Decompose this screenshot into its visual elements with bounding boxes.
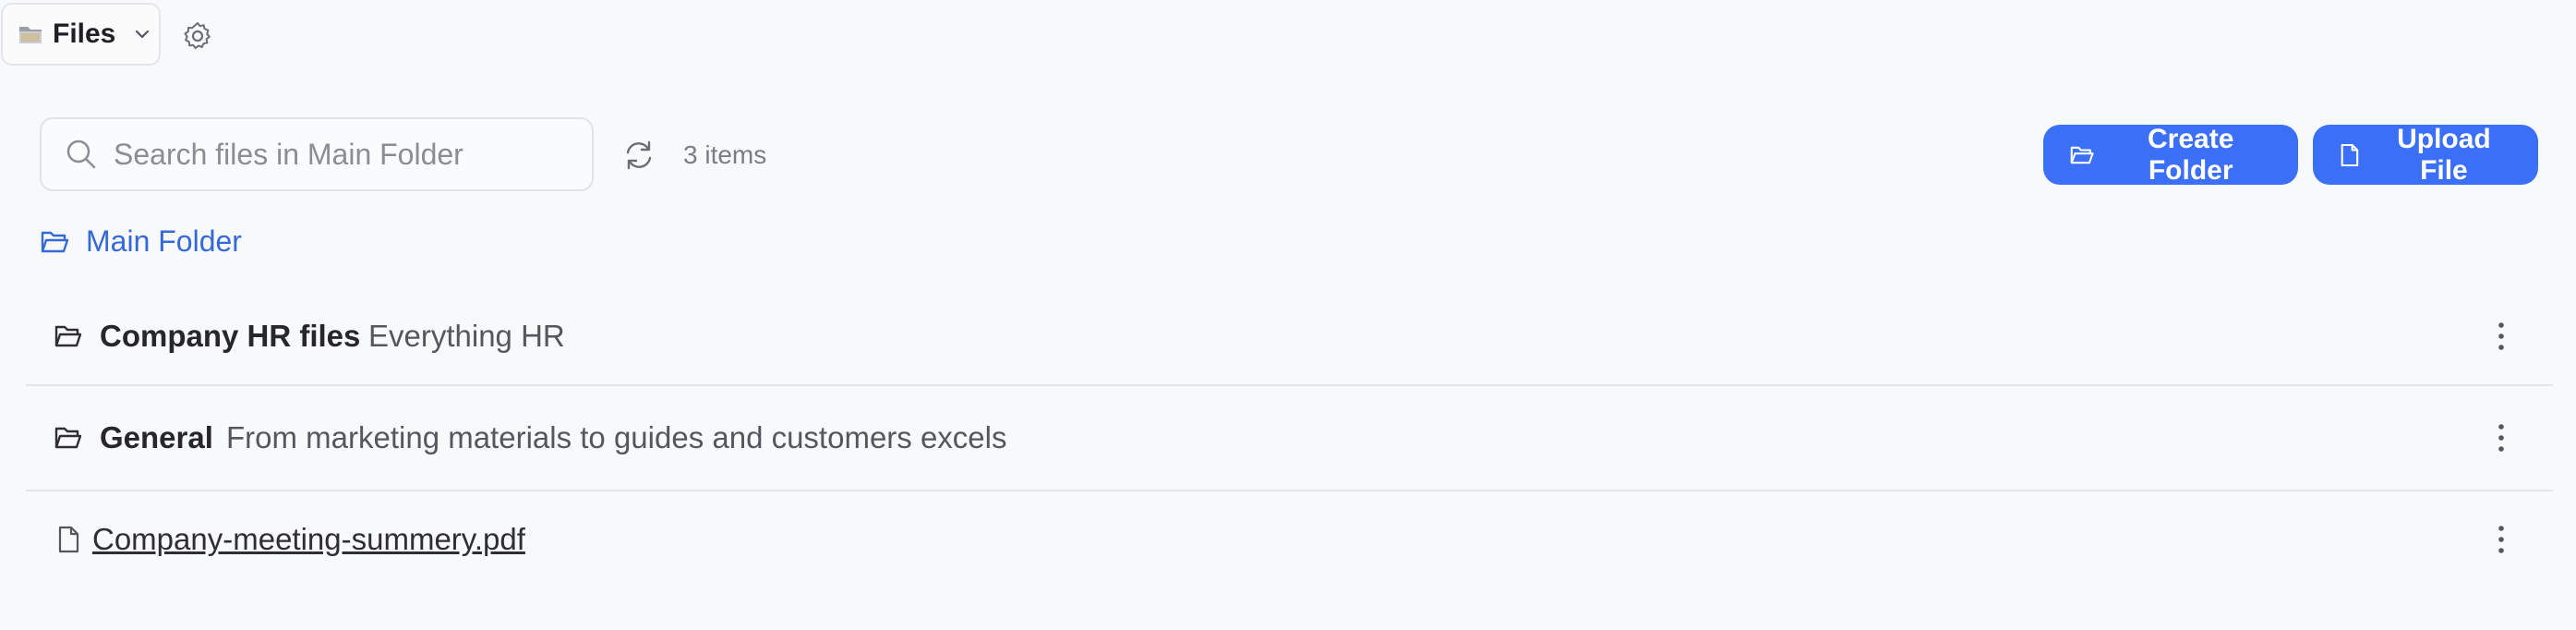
folder-description: From marketing materials to guides and c… <box>226 420 1007 454</box>
files-dropdown-button[interactable]: Files <box>1 3 161 66</box>
create-folder-button[interactable]: Create Folder <box>2043 123 2298 186</box>
file-icon <box>2341 143 2359 166</box>
gear-icon[interactable] <box>181 19 214 53</box>
item-count: 3 items <box>683 140 767 169</box>
file-icon <box>58 526 79 553</box>
create-folder-label: Create Folder <box>2148 123 2234 186</box>
folder-description: Everything HR <box>368 318 565 353</box>
refresh-icon[interactable] <box>622 139 656 172</box>
search-icon <box>66 139 96 169</box>
more-options-icon[interactable] <box>2496 524 2507 555</box>
upload-file-button[interactable]: Upload File <box>2313 123 2538 186</box>
folder-name[interactable]: Company HR files <box>100 319 360 354</box>
upload-file-label: Upload File <box>2397 123 2491 186</box>
search-field[interactable] <box>40 117 594 191</box>
breadcrumb-label: Main Folder <box>86 224 242 258</box>
folder-name[interactable]: General <box>100 420 213 455</box>
chevron-down-icon <box>136 30 150 39</box>
more-options-icon[interactable] <box>2496 321 2507 352</box>
list-item[interactable]: Company HR files Everything HR <box>26 287 2553 386</box>
file-name-link[interactable]: Company-meeting-summery.pdf <box>92 522 525 557</box>
folder-open-icon <box>2070 146 2094 164</box>
list-item[interactable]: Company-meeting-summery.pdf <box>26 491 2553 588</box>
list-item[interactable]: General From marketing materials to guid… <box>26 386 2553 491</box>
folder-open-icon <box>54 427 82 449</box>
search-input[interactable] <box>114 137 557 172</box>
breadcrumb-main-folder[interactable]: Main Folder <box>40 224 242 259</box>
folder-open-icon <box>54 325 82 346</box>
folder-emoji-icon <box>19 27 42 43</box>
more-options-icon[interactable] <box>2496 422 2507 454</box>
files-label: Files <box>53 18 116 49</box>
file-manager-page: Files 3 items Create Folder <box>0 0 2576 630</box>
folder-open-icon <box>41 231 69 252</box>
